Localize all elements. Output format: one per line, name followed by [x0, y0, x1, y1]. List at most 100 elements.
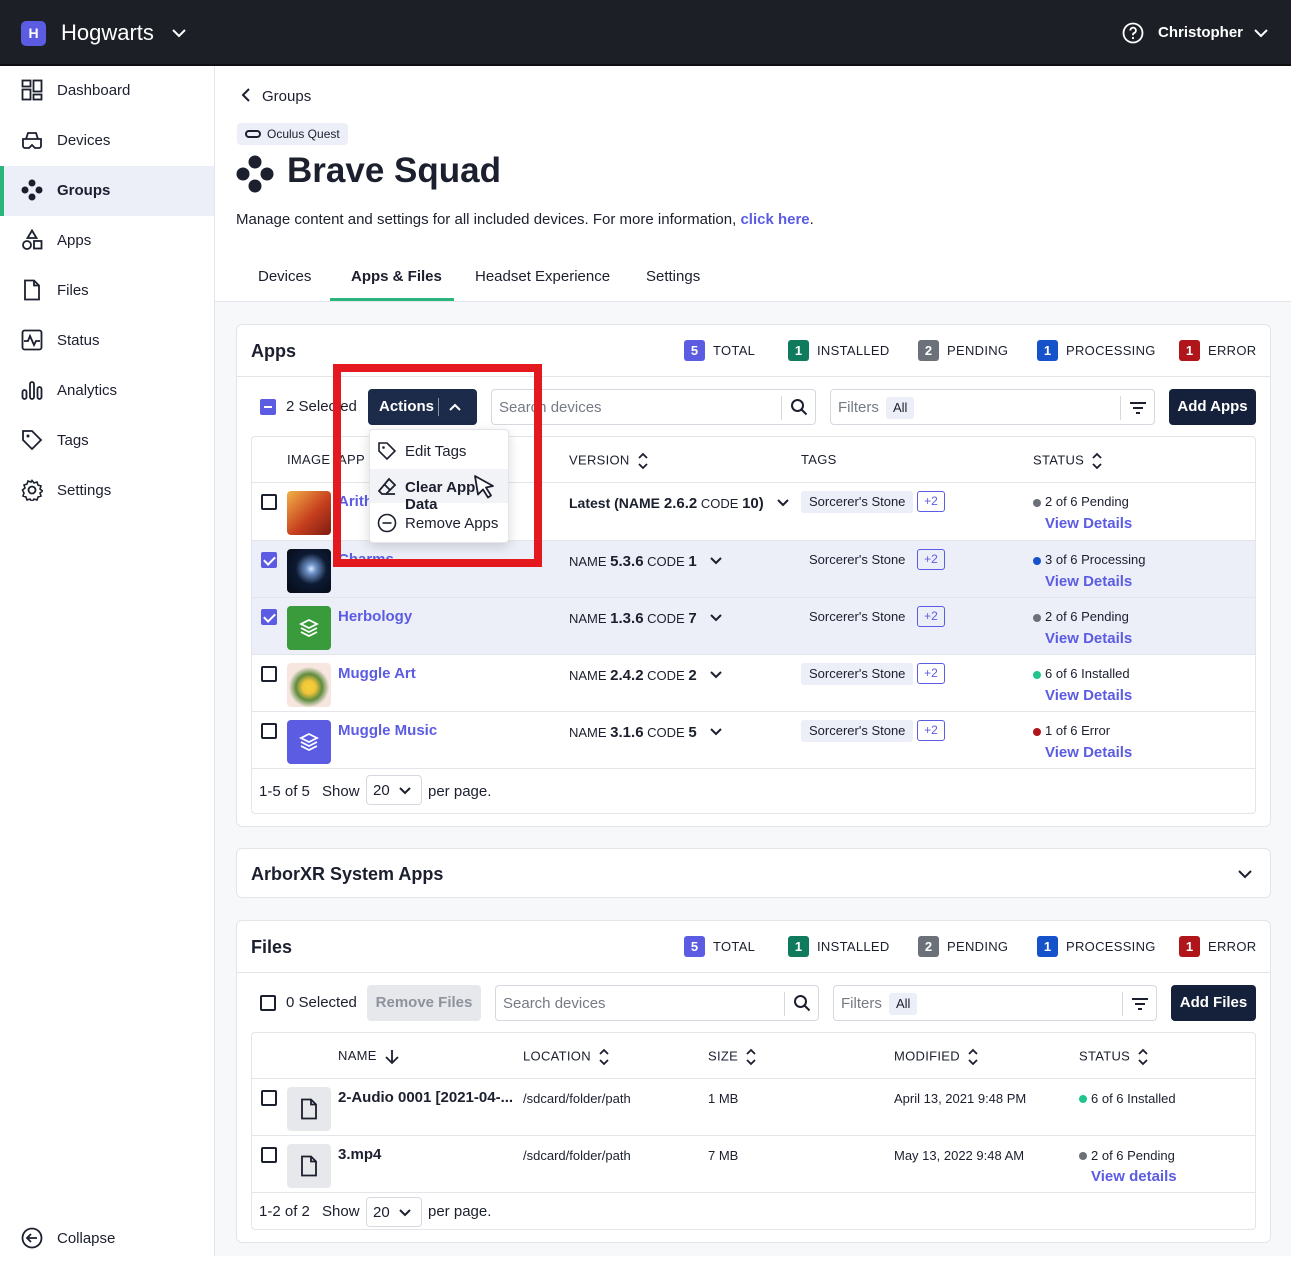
app-name-link[interactable]: Muggle Art — [338, 665, 416, 682]
add-files-button[interactable]: Add Files — [1171, 985, 1256, 1021]
version-select[interactable]: NAME 1.3.6 CODE 7 — [569, 610, 723, 627]
sidebar-item-devices[interactable]: Devices — [0, 116, 214, 166]
view-details-link[interactable]: View Details — [1045, 744, 1132, 761]
filter-chip[interactable]: All — [889, 993, 918, 1015]
more-tags-button[interactable]: +2 — [917, 549, 945, 570]
sidebar-item-apps[interactable]: Apps — [0, 216, 214, 266]
select-all-checkbox[interactable] — [260, 995, 276, 1011]
version-select[interactable]: NAME 2.4.2 CODE 2 — [569, 667, 723, 684]
column-header-location[interactable]: LOCATION — [523, 1048, 609, 1066]
stat-processing: 1 PROCESSING — [1037, 936, 1156, 957]
sidebar-item-status[interactable]: Status — [0, 316, 214, 366]
row-checkbox[interactable] — [261, 494, 277, 510]
row-checkbox[interactable] — [261, 1090, 277, 1106]
column-header-size[interactable]: SIZE — [708, 1048, 756, 1066]
app-thumbnail — [287, 663, 331, 707]
sidebar-item-files[interactable]: Files — [0, 266, 214, 316]
sort-icon — [968, 1048, 978, 1066]
user-name[interactable]: Christopher — [1158, 24, 1243, 41]
tab-settings[interactable]: Settings — [646, 268, 700, 285]
file-name[interactable]: 3.mp4 — [338, 1146, 381, 1163]
view-details-link[interactable]: View Details — [1045, 573, 1132, 590]
column-header-version[interactable]: VERSION — [569, 452, 648, 470]
show-label: Show — [322, 783, 360, 800]
files-card: Files 5 TOTAL 1 INSTALLED 2 PENDING 1 PROCES… — [236, 920, 1271, 1243]
remove-files-button[interactable]: Remove Files — [367, 985, 481, 1021]
row-checkbox[interactable] — [261, 666, 277, 682]
version-select[interactable]: NAME 3.1.6 CODE 5 — [569, 724, 723, 741]
sidebar-item-label: Files — [57, 282, 89, 299]
app-name-link[interactable]: Muggle Music — [338, 722, 437, 739]
more-tags-button[interactable]: +2 — [917, 606, 945, 627]
per-page-select[interactable]: 20 — [366, 775, 422, 805]
document-icon — [301, 1155, 317, 1177]
row-checkbox[interactable] — [261, 609, 277, 625]
top-bar: H Hogwarts Christopher — [0, 0, 1291, 66]
version-code: 1 — [688, 553, 697, 570]
sidebar-item-settings[interactable]: Settings — [0, 466, 214, 516]
view-details-link[interactable]: View Details — [1045, 687, 1132, 704]
tab-apps-files[interactable]: Apps & Files — [351, 268, 442, 285]
more-tags-button[interactable]: +2 — [917, 720, 945, 741]
per-page-select[interactable]: 20 — [366, 1197, 422, 1227]
stat-installed: 1 INSTALLED — [788, 340, 890, 361]
sidebar-item-dashboard[interactable]: Dashboard — [0, 66, 214, 116]
chevron-down-icon[interactable] — [1252, 24, 1270, 42]
column-header-name[interactable]: NAME — [338, 1048, 399, 1065]
sidebar-item-analytics[interactable]: Analytics — [0, 366, 214, 416]
table-row[interactable]: Muggle Art NAME 2.4.2 CODE 2 Sorcerer's … — [252, 654, 1255, 711]
tab-devices[interactable]: Devices — [258, 268, 311, 285]
status-dot — [1033, 670, 1041, 679]
breadcrumb[interactable]: Groups — [240, 88, 311, 105]
more-tags-button[interactable]: +2 — [917, 491, 945, 512]
column-header-status[interactable]: STATUS — [1033, 452, 1102, 470]
sidebar-item-label: Devices — [57, 132, 111, 149]
chevron-down-icon[interactable] — [170, 24, 188, 42]
filter-chip[interactable]: All — [886, 397, 915, 419]
table-row[interactable]: 3.mp4 /sdcard/folder/path 7 MB May 13, 2… — [252, 1135, 1255, 1192]
more-tags-button[interactable]: +2 — [917, 663, 945, 684]
collapse-label: Collapse — [57, 1230, 116, 1247]
version-select[interactable]: NAME 5.3.6 CODE 1 — [569, 553, 723, 570]
table-row[interactable]: Muggle Music NAME 3.1.6 CODE 5 Sorcerer'… — [252, 711, 1255, 768]
search-input[interactable]: Search devices — [495, 985, 819, 1021]
sidebar-item-label: Apps — [57, 232, 92, 249]
chevron-down-icon[interactable] — [1237, 866, 1253, 882]
column-header-status[interactable]: STATUS — [1079, 1048, 1148, 1066]
search-placeholder: Search devices — [503, 995, 606, 1012]
system-apps-card[interactable]: ArborXR System Apps — [236, 848, 1271, 898]
help-link[interactable]: click here — [740, 211, 809, 228]
org-logo[interactable]: H — [21, 21, 46, 46]
view-details-link[interactable]: View Details — [1045, 515, 1132, 532]
stat-count: 1 — [1179, 340, 1200, 361]
app-name-link[interactable]: Herbology — [338, 608, 412, 625]
page-header: Groups Oculus Quest Brave Squad Manage c… — [215, 66, 1291, 302]
stat-label: INSTALLED — [817, 939, 890, 954]
version-select[interactable]: Latest (NAME 2.6.2 CODE 10) — [569, 495, 790, 512]
filter-icon[interactable] — [1129, 399, 1147, 417]
help-icon[interactable] — [1122, 22, 1144, 44]
add-apps-button[interactable]: Add Apps — [1169, 389, 1256, 425]
search-icon[interactable] — [793, 994, 811, 1012]
select-all-checkbox[interactable] — [260, 399, 276, 415]
row-checkbox[interactable] — [261, 1147, 277, 1163]
column-header-modified[interactable]: MODIFIED — [894, 1048, 978, 1066]
search-icon[interactable] — [790, 398, 808, 416]
table-row[interactable]: 2-Audio 0001 [2021-04-... /sdcard/folder… — [252, 1078, 1255, 1135]
collapse-button[interactable]: Collapse — [0, 1214, 214, 1264]
row-checkbox[interactable] — [261, 723, 277, 739]
tab-headset-experience[interactable]: Headset Experience — [475, 268, 610, 285]
sidebar-item-tags[interactable]: Tags — [0, 416, 214, 466]
filter-icon[interactable] — [1131, 995, 1149, 1013]
view-details-link[interactable]: View Details — [1045, 630, 1132, 647]
row-checkbox[interactable] — [261, 552, 277, 568]
filters-input[interactable]: Filters All — [833, 985, 1157, 1021]
org-name[interactable]: Hogwarts — [61, 20, 154, 46]
file-name[interactable]: 2-Audio 0001 [2021-04-... — [338, 1089, 513, 1106]
platform-label: Oculus Quest — [267, 127, 340, 141]
description-text: Manage content and settings for all incl… — [236, 211, 741, 228]
view-details-link[interactable]: View details — [1091, 1168, 1177, 1185]
filters-input[interactable]: Filters All — [830, 389, 1155, 425]
table-row[interactable]: Herbology NAME 1.3.6 CODE 7 Sorcerer's S… — [252, 597, 1255, 654]
sidebar-item-groups[interactable]: Groups — [0, 166, 214, 216]
